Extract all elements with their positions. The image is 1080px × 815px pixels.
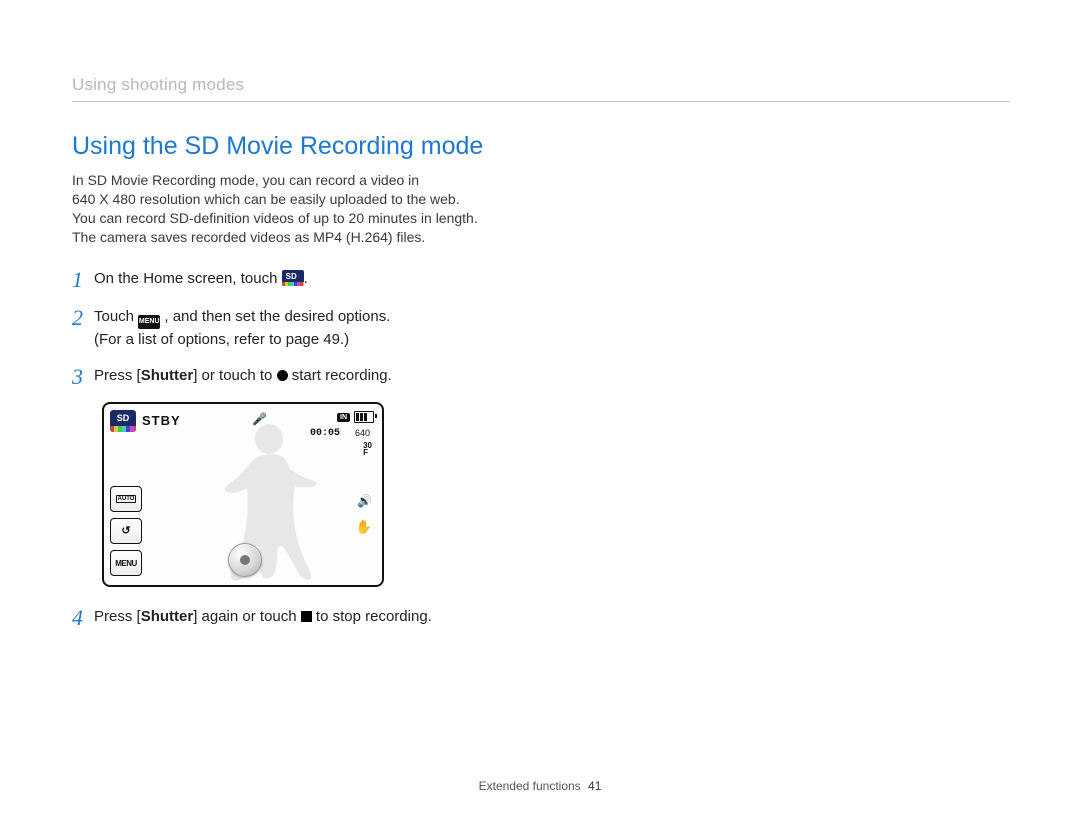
sd-badge-label: SD bbox=[110, 410, 136, 423]
step-3: 3 Press [Shutter] or touch to start reco… bbox=[72, 364, 612, 388]
battery-icon bbox=[354, 411, 374, 423]
record-dot-icon bbox=[277, 370, 288, 381]
intro-line-1: In SD Movie Recording mode, you can reco… bbox=[72, 172, 419, 188]
sd-mode-badge: SD bbox=[110, 410, 136, 432]
shutter-label: Shutter bbox=[141, 608, 194, 625]
steps-list: 1 On the Home screen, touch . 2 Touch ME… bbox=[72, 267, 612, 630]
page-number: 41 bbox=[588, 779, 601, 793]
subject-silhouette bbox=[199, 416, 339, 581]
step-2-text-b: , and then set the desired options. bbox=[160, 308, 390, 325]
manual-page: Using shooting modes Using the SD Movie … bbox=[0, 0, 1080, 815]
step-4-text-c: to stop recording. bbox=[312, 608, 432, 625]
step-1: 1 On the Home screen, touch . bbox=[72, 267, 612, 291]
intro-line-2: 640 X 480 resolution which can be easily… bbox=[72, 191, 460, 207]
menu-icon: MENU bbox=[138, 315, 160, 329]
sd-movie-icon bbox=[282, 270, 304, 286]
step-4: 4 Press [Shutter] again or touch to stop… bbox=[72, 605, 612, 629]
shutter-label: Shutter bbox=[141, 367, 194, 384]
breadcrumb: Using shooting modes bbox=[72, 75, 1010, 95]
step-3-text-a: Press [ bbox=[94, 367, 141, 384]
step-number: 1 bbox=[72, 267, 94, 291]
step-2: 2 Touch MENU , and then set the desired … bbox=[72, 305, 612, 351]
step-3-text-b: ] or touch to bbox=[193, 367, 276, 384]
page-footer: Extended functions 41 bbox=[0, 779, 1080, 793]
step-number: 3 bbox=[72, 364, 94, 388]
page-title: Using the SD Movie Recording mode bbox=[72, 132, 1010, 161]
mic-icon: 🎤 bbox=[252, 412, 267, 426]
header-divider bbox=[72, 101, 1010, 102]
step-2-body: Touch MENU , and then set the desired op… bbox=[94, 305, 612, 351]
step-4-text-a: Press [ bbox=[94, 608, 141, 625]
timecode-value: 00:05 bbox=[310, 428, 340, 439]
step-number: 2 bbox=[72, 305, 94, 329]
stabilizer-icon: ✋ bbox=[356, 519, 372, 535]
step-1-text-b: . bbox=[304, 270, 308, 287]
step-1-body: On the Home screen, touch . bbox=[94, 267, 612, 290]
standby-indicator: STBY bbox=[142, 413, 181, 428]
flash-off-button[interactable]: ↺ bbox=[110, 518, 142, 544]
resolution-indicator: 640 bbox=[355, 428, 370, 438]
record-button-inner-icon bbox=[240, 555, 250, 565]
step-1-text-a: On the Home screen, touch bbox=[94, 270, 282, 287]
intro-line-4: The camera saves recorded videos as MP4 … bbox=[72, 229, 425, 245]
step-number: 4 bbox=[72, 605, 94, 629]
step-2-text-a: Touch bbox=[94, 308, 138, 325]
fps-bot: F bbox=[363, 448, 368, 457]
footer-section: Extended functions bbox=[479, 779, 581, 793]
lcd-left-button-column: AUTO ↺ MENU bbox=[110, 486, 142, 576]
auto-label: AUTO bbox=[116, 495, 137, 503]
auto-mode-button[interactable]: AUTO bbox=[110, 486, 142, 512]
step-4-body: Press [Shutter] again or touch to stop r… bbox=[94, 605, 612, 628]
intro-line-3: You can record SD-definition videos of u… bbox=[72, 210, 478, 226]
step-4-text-b: ] again or touch bbox=[193, 608, 301, 625]
fps-indicator: 30 F bbox=[363, 442, 372, 456]
stop-square-icon bbox=[301, 611, 312, 622]
lcd-top-right-indicators: IN bbox=[337, 411, 374, 423]
storage-in-badge: IN bbox=[337, 413, 350, 422]
sound-icon: 🔊 bbox=[357, 494, 372, 508]
camera-lcd-preview: SD STBY 🎤 IN 00:05 640 30 F AUTO ↺ bbox=[102, 402, 384, 587]
intro-paragraph: In SD Movie Recording mode, you can reco… bbox=[72, 171, 592, 247]
step-3-text-c: start recording. bbox=[288, 367, 392, 384]
menu-button[interactable]: MENU bbox=[110, 550, 142, 576]
step-3-body: Press [Shutter] or touch to start record… bbox=[94, 364, 612, 387]
step-2-text-c: (For a list of options, refer to page 49… bbox=[94, 331, 349, 348]
